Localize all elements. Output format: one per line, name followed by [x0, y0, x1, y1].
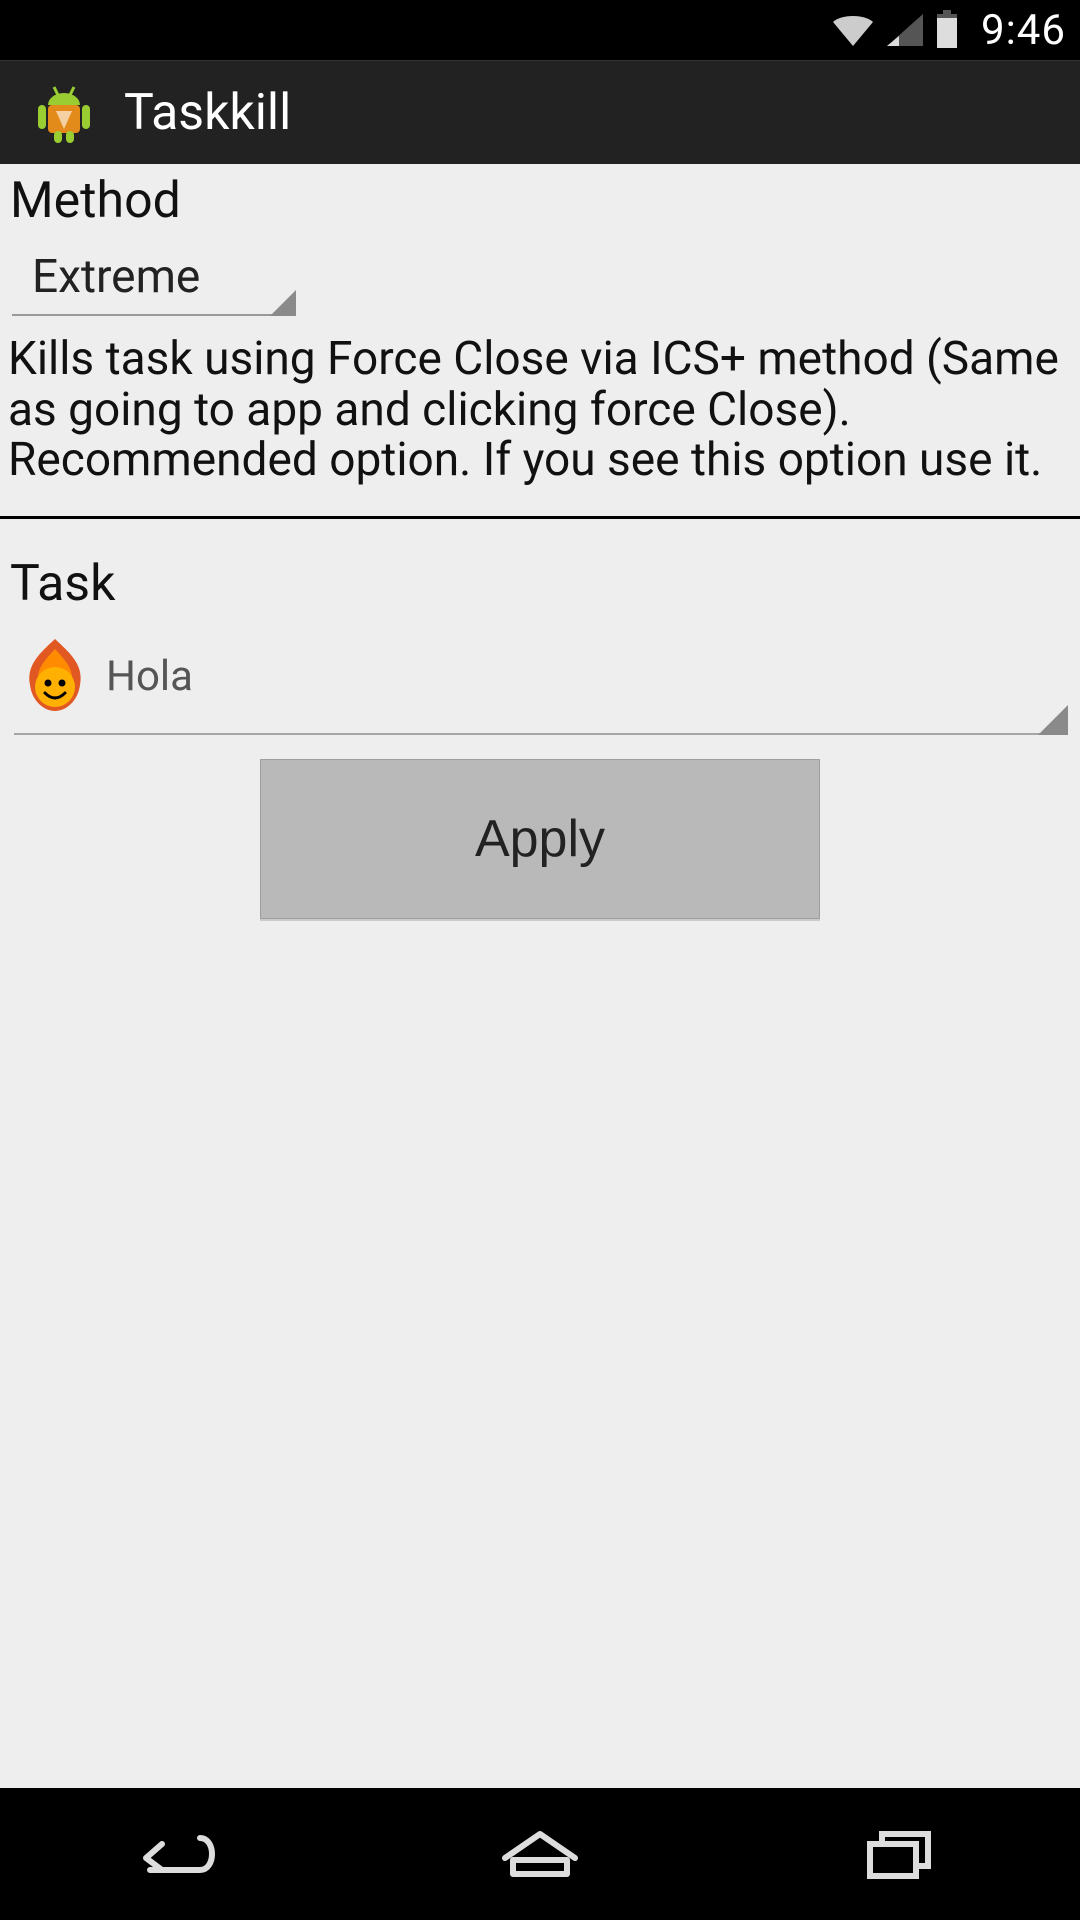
apply-button[interactable]: Apply — [260, 759, 820, 919]
status-bar: 9:46 — [0, 0, 1080, 60]
app-icon — [32, 81, 96, 145]
task-spinner-value: Hola — [106, 652, 193, 701]
method-description: Kills task using Force Close via ICS+ me… — [0, 316, 1080, 516]
navigation-bar — [0, 1788, 1080, 1920]
method-label: Method — [0, 164, 1080, 242]
wifi-icon — [831, 12, 875, 48]
task-spinner[interactable]: Hola — [14, 629, 1066, 735]
recent-apps-button[interactable] — [840, 1814, 960, 1894]
app-title: Taskkill — [124, 84, 291, 142]
task-label: Task — [0, 547, 1080, 625]
method-spinner-value: Extreme — [32, 250, 200, 304]
action-bar: Taskkill — [0, 60, 1080, 164]
cell-signal-icon — [885, 12, 925, 48]
back-button[interactable] — [120, 1814, 240, 1894]
battery-icon — [935, 10, 959, 50]
home-button[interactable] — [480, 1814, 600, 1894]
method-spinner[interactable]: Extreme — [12, 242, 292, 316]
status-clock: 9:46 — [981, 6, 1066, 55]
hola-app-icon — [20, 635, 90, 719]
content-area: Method Extreme Kills task using Force Cl… — [0, 164, 1080, 1788]
